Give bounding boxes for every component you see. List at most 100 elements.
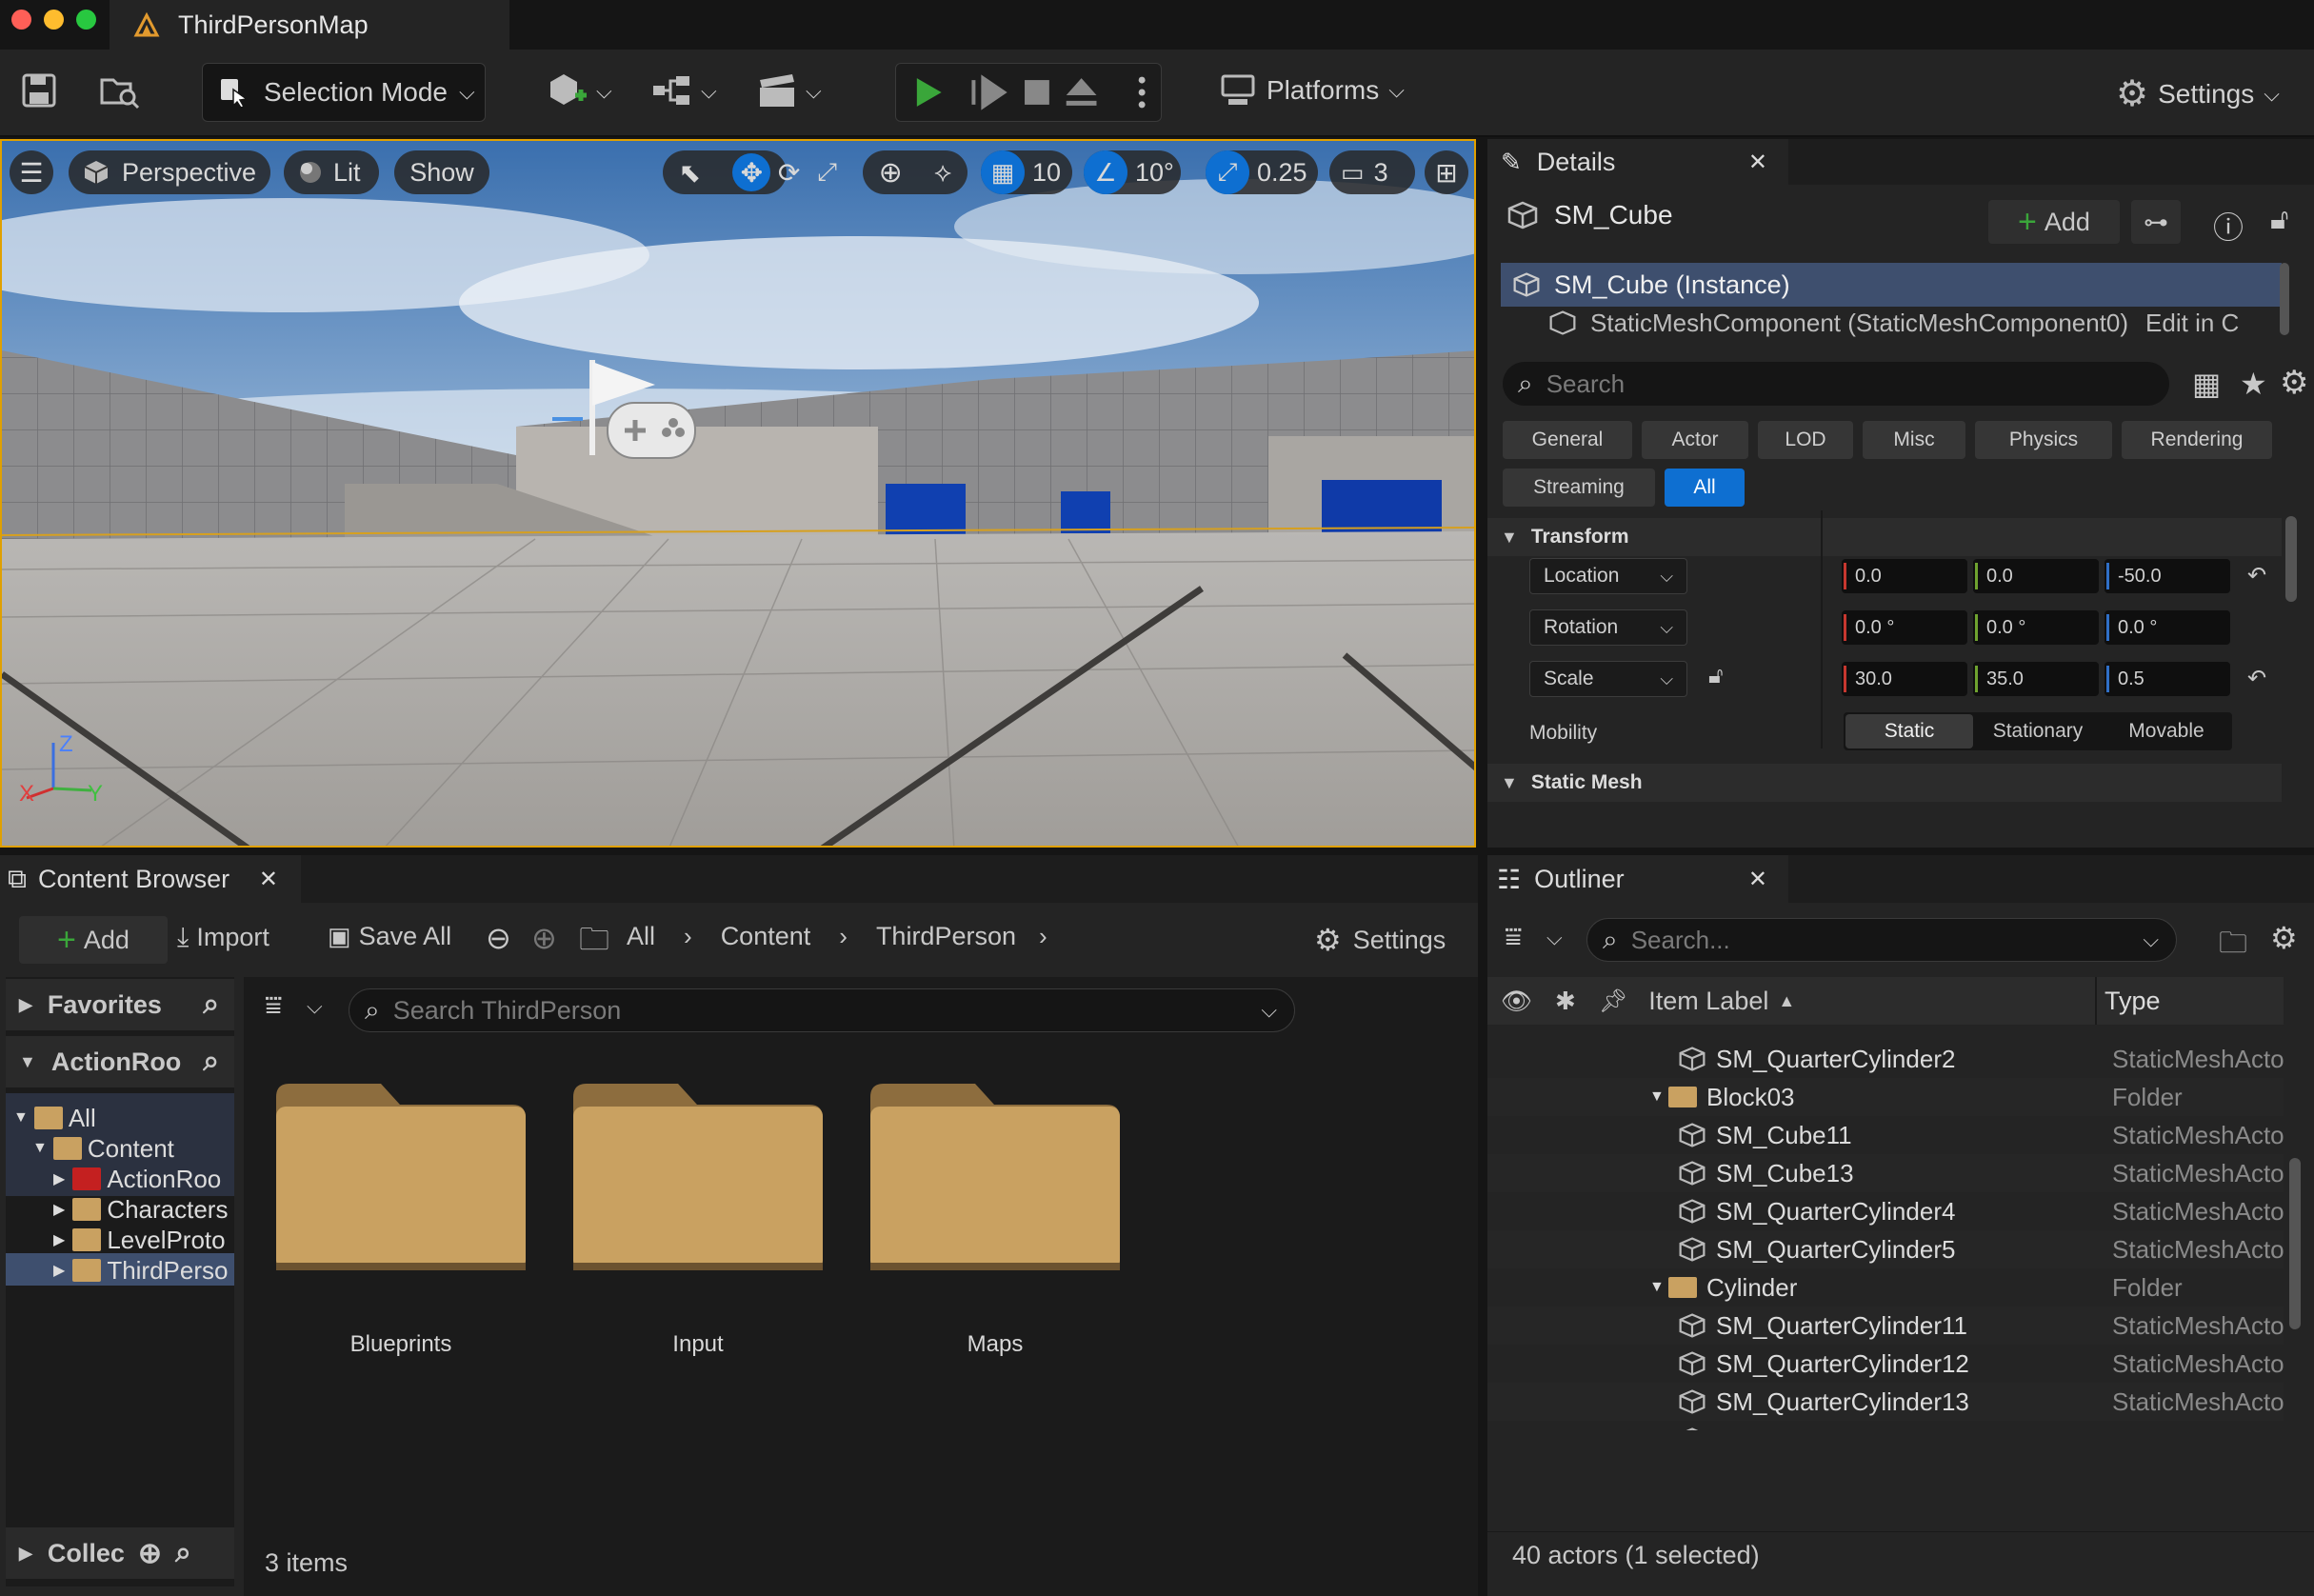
rotate-tool-icon[interactable]: ⟳	[778, 157, 800, 189]
collapse-arrow-icon[interactable]: ▼	[1649, 1279, 1665, 1296]
add-actor-button[interactable]: ⌵	[547, 70, 612, 112]
world-space-icon[interactable]: ⊕	[879, 156, 903, 190]
tree-all[interactable]: ▼ All	[13, 1103, 232, 1133]
item-label-column[interactable]: Item Label	[1648, 987, 1768, 1016]
visibility-eye-icon[interactable]: 👁︎	[1501, 987, 1532, 1016]
close-window-button[interactable]	[11, 10, 31, 30]
outliner-scrollbar[interactable]	[2289, 1158, 2301, 1329]
location-y-field[interactable]: 0.0	[1973, 559, 2099, 593]
breadcrumb-thirdperson[interactable]: ThirdPerson	[876, 922, 1016, 951]
grid-snap-toggle[interactable]: ▦ 10	[981, 150, 1072, 194]
outliner-actor-row[interactable]: SM_QuarterCylinder4 StaticMeshActor	[1487, 1192, 2284, 1230]
rotation-x-field[interactable]: 0.0 °	[1842, 610, 1967, 645]
folder-blueprints[interactable]	[276, 1084, 526, 1270]
category-general[interactable]: General	[1503, 421, 1632, 459]
search-icon[interactable]: ⌕	[203, 1046, 219, 1078]
breadcrumb-all[interactable]: All	[627, 922, 655, 951]
reset-arrow-icon[interactable]: ↶	[2247, 665, 2266, 692]
type-column[interactable]: Type	[2105, 987, 2161, 1016]
maximize-window-button[interactable]	[76, 10, 96, 30]
help-icon[interactable]: ⓘ	[2213, 204, 2244, 248]
outliner-actor-row[interactable]: SM_QuarterCylinder11 StaticMeshActor	[1487, 1307, 2284, 1345]
perspective-button[interactable]: Perspective	[69, 150, 270, 194]
component-scrollbar[interactable]	[2280, 263, 2289, 335]
cb-add-button[interactable]: + Add	[19, 916, 168, 964]
back-arrow-icon[interactable]: ⊖	[486, 920, 511, 956]
folder-maps[interactable]	[870, 1084, 1120, 1270]
outliner-search-input[interactable]: ⌕ Search... ⌵	[1586, 918, 2177, 962]
transform-section-header[interactable]: ▼ Transform	[1487, 518, 2282, 556]
outliner-actor-row[interactable]: SM_QuarterCylinder13 StaticMeshActor	[1487, 1383, 2284, 1421]
scale-tool-icon[interactable]: ⤢	[817, 157, 837, 188]
save-all-button[interactable]: ▣ Save All	[328, 922, 451, 951]
tree-content[interactable]: ▼ Content	[32, 1133, 232, 1164]
scale-x-field[interactable]: 30.0	[1842, 662, 1967, 696]
tree-levelproto[interactable]: ▶ LevelProto	[53, 1225, 232, 1255]
blueprint-convert-button[interactable]: ⊶	[2131, 200, 2181, 244]
settings-button[interactable]: ⚙ Settings ⌵	[2116, 72, 2280, 115]
category-rendering[interactable]: Rendering	[2122, 421, 2272, 459]
asset-view[interactable]	[244, 977, 1478, 1596]
chevron-down-icon[interactable]: ⌵	[307, 994, 323, 1019]
viewport-layout-button[interactable]: ⊞	[1425, 150, 1468, 194]
category-actor[interactable]: Actor	[1642, 421, 1748, 459]
close-tab-icon[interactable]: ✕	[1748, 866, 1767, 893]
outliner-tab[interactable]: ☷ Outliner ✕	[1487, 855, 1788, 903]
outliner-actor-row[interactable]: SM_QuarterCylinder14 StaticMeshActor	[1487, 1421, 2284, 1430]
details-tab[interactable]: ✎ Details ✕	[1487, 139, 1788, 185]
location-dropdown[interactable]: Location ⌵	[1529, 558, 1687, 594]
static-mesh-section-header[interactable]: ▼ Static Mesh	[1487, 764, 2282, 802]
rotation-z-field[interactable]: 0.0 °	[2105, 610, 2230, 645]
cinematics-button[interactable]: ⌵	[756, 70, 822, 112]
add-collection-icon[interactable]: ⊕	[138, 1537, 162, 1570]
outliner-actor-row[interactable]: SM_Cube11 StaticMeshActor	[1487, 1116, 2284, 1154]
star-column-icon[interactable]: ✱	[1555, 987, 1576, 1016]
details-scrollbar[interactable]	[2285, 516, 2297, 602]
blueprints-button[interactable]: ⌵	[651, 70, 717, 112]
gear-icon[interactable]: ⚙	[2270, 920, 2298, 956]
gear-icon[interactable]: ⚙	[2280, 364, 2308, 402]
browse-level-icon[interactable]	[99, 72, 141, 110]
translate-tool-icon[interactable]: ✥	[732, 153, 771, 191]
outliner-folder-row[interactable]: ▼ Cylinder Folder	[1487, 1268, 2284, 1307]
scale-dropdown[interactable]: Scale ⌵	[1529, 661, 1687, 697]
mobility-movable[interactable]: Movable	[2103, 720, 2230, 743]
folder-input[interactable]	[573, 1084, 823, 1270]
mobility-static[interactable]: Static	[1845, 714, 1973, 748]
scale-snap-toggle[interactable]: ⤢ 0.25	[1206, 150, 1318, 194]
add-component-button[interactable]: + Add	[1988, 200, 2120, 244]
filter-icon[interactable]: ⩸	[1505, 922, 1522, 954]
category-physics[interactable]: Physics	[1975, 421, 2112, 459]
outliner-folder-row[interactable]: ▼ Block03 Folder	[1487, 1078, 2284, 1116]
add-folder-icon[interactable]: 🗀︎	[2219, 922, 2247, 970]
category-streaming[interactable]: Streaming	[1503, 469, 1655, 507]
category-all[interactable]: All	[1665, 469, 1745, 507]
select-tool-icon[interactable]: ⬉	[679, 157, 701, 189]
reset-arrow-icon[interactable]: ↶	[2247, 562, 2266, 589]
scale-lock-icon[interactable]: 🔓︎	[1708, 663, 1724, 689]
tree-characters[interactable]: ▶ Characters	[53, 1194, 232, 1225]
details-search-input[interactable]: ⌕ Search	[1503, 362, 2169, 406]
outliner-actor-row[interactable]: SM_QuarterCylinder12 StaticMeshActor	[1487, 1345, 2284, 1383]
filter-icon[interactable]: ⩸	[265, 990, 282, 1023]
component-row[interactable]: StaticMeshComponent (StaticMeshComponent…	[1501, 309, 2282, 337]
collapse-arrow-icon[interactable]: ▼	[1649, 1088, 1665, 1106]
forward-arrow-icon[interactable]: ⊕	[531, 920, 557, 956]
category-misc[interactable]: Misc	[1863, 421, 1965, 459]
tree-actionroot[interactable]: ▶ ActionRoo	[53, 1164, 232, 1194]
lock-icon[interactable]: 🔓︎	[2270, 204, 2288, 236]
pin-icon[interactable]: 📌︎	[1599, 988, 1627, 1015]
breadcrumb-content[interactable]: Content	[721, 922, 811, 951]
table-view-icon[interactable]: ▦	[2192, 366, 2221, 402]
camera-speed-button[interactable]: ▭ 3	[1329, 150, 1415, 194]
selection-mode-dropdown[interactable]: Selection Mode ⌵	[202, 63, 486, 122]
lit-button[interactable]: Lit	[284, 150, 379, 194]
asset-search-input[interactable]: ⌕ Search ThirdPerson ⌵	[349, 988, 1295, 1032]
import-button[interactable]: ⤓ Import	[177, 922, 269, 953]
tree-thirdperson[interactable]: ▶ ThirdPerso	[53, 1255, 232, 1286]
minimize-window-button[interactable]	[44, 10, 64, 30]
favorites-header[interactable]: ▶ Favorites ⌕	[6, 979, 234, 1030]
rotation-y-field[interactable]: 0.0 °	[1973, 610, 2099, 645]
close-tab-icon[interactable]: ✕	[259, 866, 278, 893]
mobility-stationary[interactable]: Stationary	[1973, 720, 2103, 743]
